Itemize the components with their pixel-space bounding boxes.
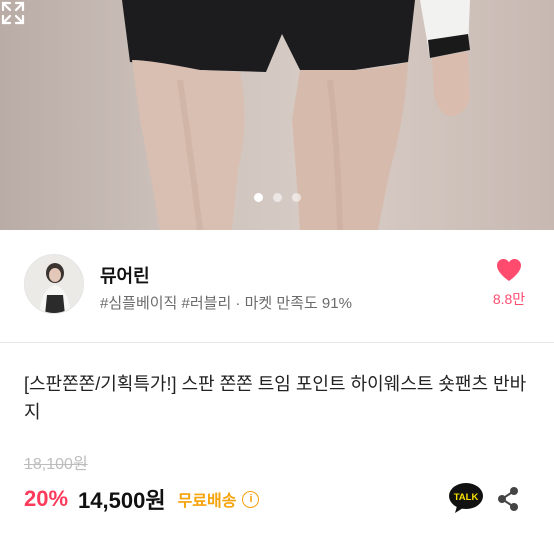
product-title: [스판쫀쫀/기획특가!] 스판 쫀쫀 트임 포인트 하이웨스트 숏팬츠 반바지 bbox=[24, 374, 527, 422]
kakao-talk-label: TALK bbox=[454, 492, 479, 503]
price-row: 20% 14,500원 무료배송 i bbox=[24, 484, 260, 514]
like-count: 8.8만 bbox=[492, 291, 526, 307]
like-button[interactable]: 8.8만 bbox=[484, 258, 534, 309]
sale-price: 14,500원 bbox=[78, 488, 166, 513]
share-icon[interactable] bbox=[496, 486, 520, 512]
free-shipping-label: 무료배송 bbox=[177, 493, 237, 510]
original-price: 18,100원 bbox=[24, 456, 88, 473]
expand-icon[interactable] bbox=[0, 0, 26, 26]
heart-icon bbox=[497, 259, 521, 281]
carousel-dot-2[interactable] bbox=[272, 193, 282, 202]
seller-row[interactable]: 뮤어린 #심플베이직 #러블리 · 마켓 만족도 91% 8.8만 bbox=[0, 230, 554, 342]
seller-name[interactable]: 뮤어린 bbox=[100, 262, 150, 288]
product-image[interactable] bbox=[0, 0, 554, 230]
info-icon[interactable]: i bbox=[242, 490, 260, 508]
seller-avatar-image bbox=[25, 255, 83, 313]
seller-tags: #심플베이직 #러블리 · 마켓 만족도 91% bbox=[100, 295, 352, 312]
section-divider bbox=[0, 342, 554, 343]
discount-rate: 20% bbox=[24, 486, 69, 511]
carousel-dots bbox=[0, 193, 554, 202]
kakao-talk-icon[interactable]: TALK bbox=[448, 482, 484, 514]
carousel-dot-3[interactable] bbox=[291, 193, 301, 202]
carousel-dot-1[interactable] bbox=[253, 193, 263, 202]
seller-avatar[interactable] bbox=[24, 254, 84, 314]
